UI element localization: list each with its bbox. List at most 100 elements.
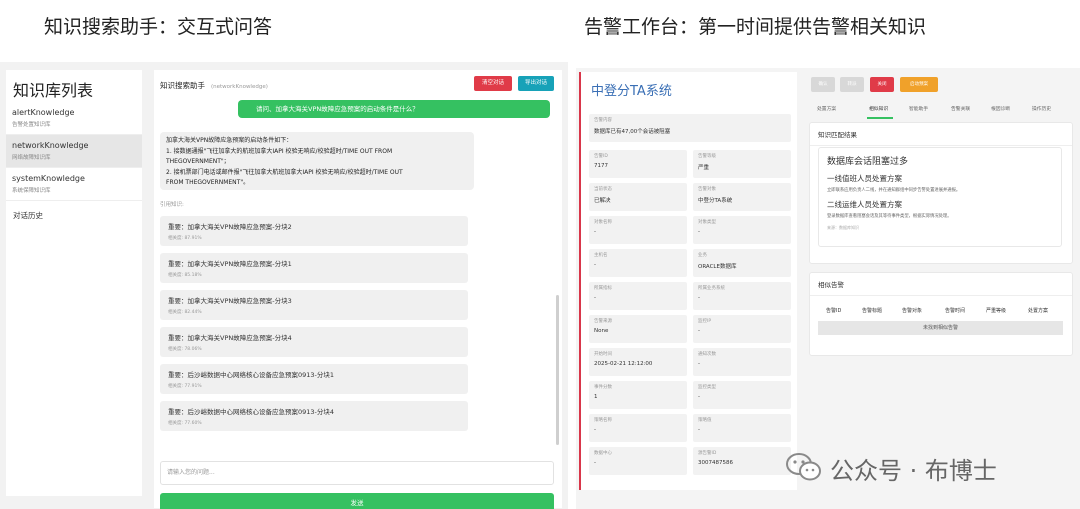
tab-operation-history[interactable]: 操作历史 [1032,105,1051,112]
user-message: 请问、加拿大海关VPN故障应急预案的启动条件是什么？ [238,100,550,118]
watermark: 公众号 · 布博士 [784,447,1054,485]
reference-card[interactable]: 重要：加拿大海关VPN故障应急预案-分块1 相关度: 85.18% [160,253,468,283]
knowledge-base-sidebar: 知识库列表 alertKnowledge 告警处置知识库 networkKnow… [6,70,142,496]
reference-title: 重要：后沙峪数据中心网络核心设备应急预案0913-分块1 [168,371,335,379]
knowledge-match-card: 知识匹配结果 数据库会话阻塞过多 一线值班人员处置方案 立即联系应用负责人二线，… [809,122,1073,264]
field-value: - [698,295,700,301]
composite-figure: 知识搜索助手：交互式问答 告警工作台：第一时间提供告警相关知识 知识库列表 al… [0,0,1080,509]
answer-line: 加拿大海关VPN故障应急预案的启动条件如下： [166,137,293,144]
tab-root-cause[interactable]: 根因诊断 [991,105,1010,112]
field-value: 3007487586 [698,460,733,466]
sidebar-item-network-knowledge[interactable]: networkKnowledge 网络故障知识库 [6,135,142,168]
field-value: - [594,427,596,433]
sidebar-title: 知识库列表 [13,81,94,100]
transfer-button[interactable]: 转派 [840,77,864,92]
reference-score: 相关度: 82.44% [168,310,202,315]
field-label: 当前状态 [594,187,612,192]
reference-title: 重要：加拿大海关VPN故障应急预案-分块3 [168,297,292,305]
wechat-icon [786,453,821,481]
reference-score: 相关度: 78.06% [168,347,202,352]
match-headline: 数据库会话阻塞过多 [827,157,909,167]
tab-alert-correlation[interactable]: 告警关联 [951,105,970,112]
tab-plan[interactable]: 处置方案 [817,105,836,112]
alert-tabs: 处置方案 相似知识 智能助手 告警关联 根因诊断 操作历史 [809,102,1074,119]
alert-field: 告警内容数据库已有47,00个会话被阻塞 [589,114,791,142]
similar-alerts-title: 相似告警 [810,273,1072,296]
alert-field: 主机名 - [589,249,687,277]
alert-field: 监控类型 - [693,381,791,409]
secondline-plan-text: 登录数据库查看阻塞会话及其等待事件类型，根据实际情况处理。 [827,214,952,219]
chat-scrollbar[interactable] [556,295,559,445]
field-label: 监控类型 [698,385,716,390]
start-plan-button[interactable]: 启动预案 [900,77,938,92]
field-value: - [594,295,596,301]
reference-card[interactable]: 重要：后沙峪数据中心网络核心设备应急预案0913-分块4 相关度: 77.60% [160,401,468,431]
reference-card[interactable]: 重要：加拿大海关VPN故障应急预案-分块4 相关度: 78.06% [160,327,468,357]
alert-workbench-screenshot: 中登分TA系统 告警内容 数据库已有47,00个会话被阻塞 告警ID 7177 告警等级… [576,68,1080,509]
left-caption: 知识搜索助手：交互式问答 [44,16,273,38]
reference-score: 相关度: 87.91% [168,236,202,241]
field-label: 告警等级 [698,154,716,159]
similar-alerts-card: 相似告警 告警ID 告警标题 告警对象 告警时间 严重等级 处置方案 未找到相似… [809,272,1073,356]
knowledge-match-title: 知识匹配结果 [810,123,1072,146]
chat-panel: 知识搜索助手 (networkKnowledge) 清空对话 导出对话 请问、加拿… [154,70,562,509]
answer-line: FROM THEGOVERNMENT"。 [166,179,250,186]
send-button[interactable]: 发送 [160,493,554,509]
field-value: 数据库已有47,00个会话被阻塞 [594,129,671,135]
reference-card[interactable]: 重要：后沙峪数据中心网络核心设备应急预案0913-分块1 相关度: 77.91% [160,364,468,394]
answer-line: THEGOVERNMENT"； [166,158,230,165]
sidebar-item-alert-knowledge[interactable]: alertKnowledge 告警处置知识库 [6,102,142,135]
field-value: 1 [594,394,598,400]
column-header: 严重等级 [986,308,1007,314]
right-caption: 告警工作台：第一时间提供告警相关知识 [584,16,927,38]
confirm-button[interactable]: 确认 [811,77,835,92]
assistant-answer: 加拿大海关VPN故障应急预案的启动条件如下： 1. 接数据通报"飞往加拿大的航班… [160,132,474,190]
alert-field: 对象名称 - [589,216,687,244]
alert-field: 对象类型 - [693,216,791,244]
field-label: 数据中心 [594,451,612,456]
close-alert-button[interactable]: 关闭 [870,77,894,92]
column-header: 告警标题 [862,308,883,314]
field-value: 2025-02-21 12:12:00 [594,361,653,367]
field-value: - [594,262,596,268]
field-value: - [698,394,700,400]
reference-score: 相关度: 77.91% [168,384,202,389]
field-value: ORACLE数据库 [698,264,737,270]
alert-field: 数据中心 - [589,447,687,475]
alert-detail-panel: 中登分TA系统 告警内容 数据库已有47,00个会话被阻塞 告警ID 7177 告警等级… [579,72,797,490]
knowledge-match-result[interactable]: 数据库会话阻塞过多 一线值班人员处置方案 立即联系应用负责人二线，并在通知群组中… [818,147,1062,247]
field-label: 对象类型 [698,220,716,225]
field-label: 告警内容 [594,118,612,123]
reference-title: 重要：后沙峪数据中心网络核心设备应急预案0913-分块4 [168,408,335,416]
alert-field: 监控IP - [693,315,791,343]
clear-chat-button[interactable]: 清空对话 [474,76,512,91]
field-label: 开始时间 [594,352,612,357]
field-label: 告警来源 [594,319,612,324]
column-header: 告警对象 [902,308,923,314]
alert-field: 事件分数 1 [589,381,687,409]
sidebar-item-system-knowledge[interactable]: systemKnowledge 系统保障知识库 [6,168,142,201]
field-value: - [698,361,700,367]
question-input[interactable]: 请输入您的问题... [160,461,554,485]
answer-line: 2. 接机票部门电话或邮件报"飞往加拿大航班加拿大IAPI 校验无响应/校验超时… [166,168,403,176]
tab-similar-knowledge[interactable]: 相似知识 [869,105,888,112]
alert-field: 所属业务系统 - [693,282,791,310]
export-chat-button[interactable]: 导出对话 [518,76,554,91]
secondline-plan-heading: 二线运维人员处置方案 [827,200,902,209]
frontline-plan-heading: 一线值班人员处置方案 [827,174,902,183]
reference-title: 重要：加拿大海关VPN故障应急预案-分块2 [168,223,292,231]
field-value: None [594,328,609,334]
field-label: 对象名称 [594,220,612,225]
alert-field: 策略名称 - [589,414,687,442]
kb-item-desc: 系统保障知识库 [12,188,51,194]
reference-card[interactable]: 重要：加拿大海关VPN故障应急预案-分块3 相关度: 82.44% [160,290,468,320]
kb-item-name: networkKnowledge [12,141,89,150]
field-value: - [698,427,700,433]
alert-field: 当前状态 已解决 [589,183,687,211]
reference-card[interactable]: 重要：加拿大海关VPN故障应急预案-分块2 相关度: 87.91% [160,216,468,246]
tab-assistant[interactable]: 智能助手 [909,105,928,112]
field-label: 告警对象 [698,187,716,192]
reference-score: 相关度: 85.18% [168,273,202,278]
chat-history-link[interactable]: 对话历史 [6,201,142,230]
reference-score: 相关度: 77.60% [168,421,202,426]
